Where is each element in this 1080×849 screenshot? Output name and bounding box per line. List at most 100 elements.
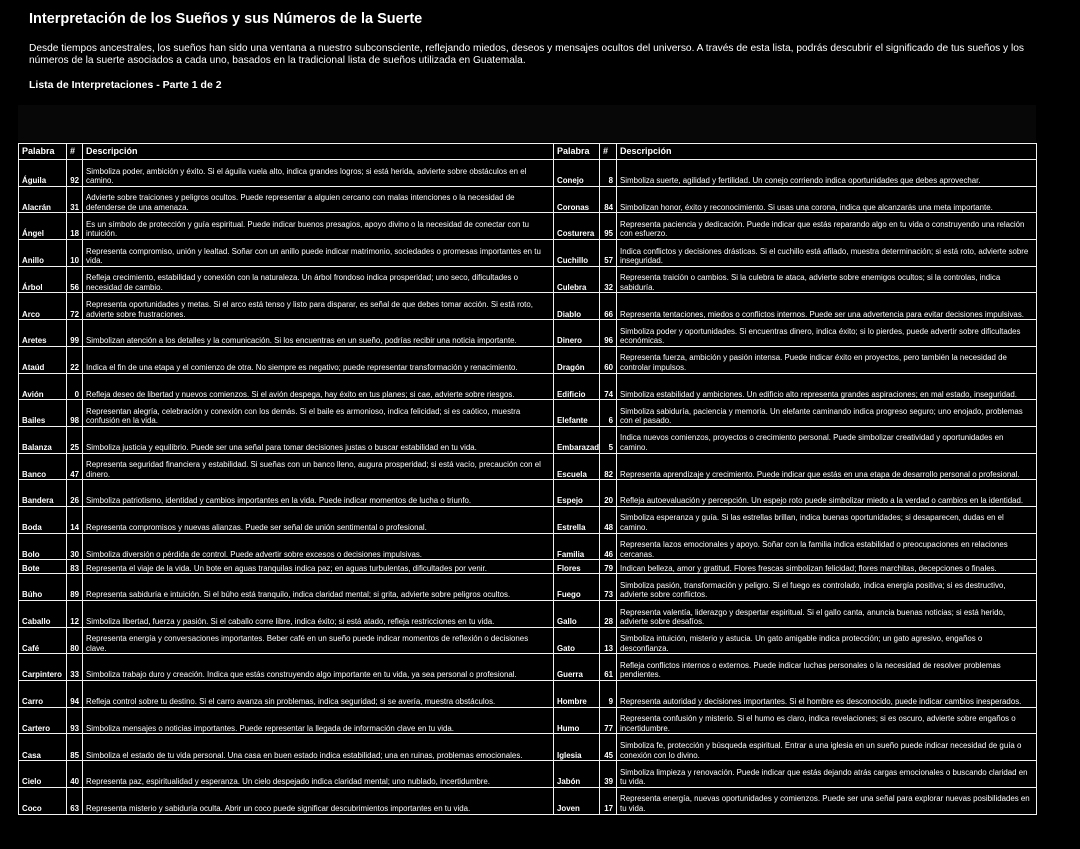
table-row: Arco 72 Representa oportunidades y metas. … (18, 292, 1037, 321)
table-header-row: Palabra # Descripción Palabra # Descripc… (18, 143, 1037, 160)
description-right: Representa confusión y misterio. Si el h… (616, 706, 1037, 735)
word-right: Joven (553, 786, 600, 815)
table-row: Aretes 99 Simbolizan atención a los detall… (18, 319, 1037, 347)
header-number-left: # (66, 143, 83, 160)
number-left: 80 (66, 626, 83, 655)
number-right: 61 (599, 653, 617, 682)
number-right: 32 (599, 265, 617, 294)
number-right: 13 (599, 626, 617, 655)
number-right: 57 (599, 239, 617, 267)
table-row: Águila 92 Simboliza poder, ambición y éxit… (18, 159, 1037, 187)
number-left: 72 (66, 292, 83, 321)
description-left: Representan alegría, celebración y conex… (82, 399, 554, 427)
word-left: Carro (18, 680, 67, 708)
number-left: 12 (66, 600, 83, 628)
page-title: Interpretación de los Sueños y sus Númer… (29, 11, 423, 27)
number-right: 74 (599, 372, 617, 401)
description-right: Representa autoridad y decisiones import… (616, 680, 1037, 708)
word-right: Gato (553, 626, 600, 655)
number-right: 46 (599, 532, 617, 561)
description-left: Es un símbolo de protección y guía espir… (82, 212, 554, 241)
number-right: 84 (599, 185, 617, 214)
description-right: Representa paciencia y dedicación. Puede… (616, 212, 1037, 241)
number-right: 79 (599, 559, 617, 575)
table-row: Ángel 18 Es un símbolo de protección y guí… (18, 212, 1037, 241)
number-right: 48 (599, 505, 617, 534)
header-word-right: Palabra (553, 143, 600, 160)
number-right: 82 (599, 452, 617, 481)
number-left: 93 (66, 706, 83, 735)
description-left: Simboliza trabajo duro y creación. Indic… (82, 653, 554, 682)
description-right: Simboliza esperanza y guía. Si las estre… (616, 505, 1037, 534)
word-right: Diablo (553, 292, 600, 321)
word-left: Búho (18, 573, 67, 601)
table-row: Café 80 Representa energía y conversacione… (18, 626, 1037, 655)
number-left: 63 (66, 786, 83, 815)
description-left: Simboliza el estado de tu vida personal.… (82, 733, 554, 762)
number-left: 0 (66, 372, 83, 401)
table-row: Búho 89 Representa sabiduría e intuición. … (18, 573, 1037, 601)
description-left: Representa sabiduría e intuición. Si el … (82, 573, 554, 601)
word-right: Dinero (553, 319, 600, 347)
description-left: Refleja deseo de libertad y nuevos comie… (82, 372, 554, 401)
intro-paragraph: Desde tiempos ancestrales, los sueños ha… (29, 43, 1024, 66)
description-right: Simboliza intuición, misterio y astucia.… (616, 626, 1037, 655)
word-left: Ángel (18, 212, 67, 241)
word-left: Bandera (18, 479, 67, 507)
table-row: Avión 0 Refleja deseo de libertad y nuevos… (18, 372, 1037, 401)
description-right: Representa traición o cambios. Si la cul… (616, 265, 1037, 294)
word-left: Banco (18, 452, 67, 481)
description-left: Representa energía y conversaciones impo… (82, 626, 554, 655)
description-right: Simboliza estabilidad y ambiciones. Un e… (616, 372, 1037, 401)
description-left: Indica el fin de una etapa y el comienzo… (82, 345, 554, 374)
number-right: 73 (599, 573, 617, 601)
word-right: Elefante (553, 399, 600, 427)
description-right: Representa valentía, liderazgo y despert… (616, 600, 1037, 628)
word-left: Avión (18, 372, 67, 401)
word-left: Balanza (18, 425, 67, 454)
number-right: 5 (599, 425, 617, 454)
description-left: Representa el viaje de la vida. Un bote … (82, 559, 554, 575)
header-word-left: Palabra (18, 143, 67, 160)
number-right: 28 (599, 600, 617, 628)
number-left: 40 (66, 760, 83, 788)
table-row: Cartero 93 Simboliza mensajes o noticias i… (18, 706, 1037, 735)
dream-table-container: Palabra # Descripción Palabra # Descripc… (18, 143, 1037, 815)
description-right: Indica nuevos comienzos, proyectos o cre… (616, 425, 1037, 454)
number-left: 94 (66, 680, 83, 708)
description-left: Representa seguridad financiera y estabi… (82, 452, 554, 481)
word-right: Dragón (553, 345, 600, 374)
description-right: Simboliza poder y oportunidades. Si encu… (616, 319, 1037, 347)
word-left: Cartero (18, 706, 67, 735)
word-right: Gallo (553, 600, 600, 628)
number-left: 31 (66, 185, 83, 214)
number-left: 26 (66, 479, 83, 507)
number-left: 14 (66, 505, 83, 534)
description-left: Representa misterio y sabiduría oculta. … (82, 786, 554, 815)
description-right: Indican belleza, amor y gratitud. Flores… (616, 559, 1037, 575)
description-left: Simboliza poder, ambición y éxito. Si el… (82, 159, 554, 187)
word-right: Culebra (553, 265, 600, 294)
section-subtitle: Lista de Interpretaciones - Parte 1 de 2 (29, 79, 222, 91)
description-left: Representa oportunidades y metas. Si el … (82, 292, 554, 321)
description-left: Representa paz, espiritualidad y esperan… (82, 760, 554, 788)
word-left: Café (18, 626, 67, 655)
header-number-right: # (599, 143, 617, 160)
table-row: Balanza 25 Simboliza justicia y equilibrio… (18, 425, 1037, 454)
table-row: Cielo 40 Representa paz, espiritualidad y … (18, 760, 1037, 788)
word-left: Bolo (18, 532, 67, 561)
word-left: Arco (18, 292, 67, 321)
word-right: Conejo (553, 159, 600, 187)
word-left: Aretes (18, 319, 67, 347)
word-left: Anillo (18, 239, 67, 267)
table-body: Águila 92 Simboliza poder, ambición y éxit… (18, 159, 1037, 815)
word-right: Edificio (553, 372, 600, 401)
number-right: 9 (599, 680, 617, 708)
word-left: Coco (18, 786, 67, 815)
number-left: 83 (66, 559, 83, 575)
description-right: Simboliza limpieza y renovación. Puede i… (616, 760, 1037, 788)
number-right: 66 (599, 292, 617, 321)
description-right: Simbolizan honor, éxito y reconocimiento… (616, 185, 1037, 214)
description-left: Simboliza justicia y equilibrio. Puede s… (82, 425, 554, 454)
table-row: Casa 85 Simboliza el estado de tu vida per… (18, 733, 1037, 762)
